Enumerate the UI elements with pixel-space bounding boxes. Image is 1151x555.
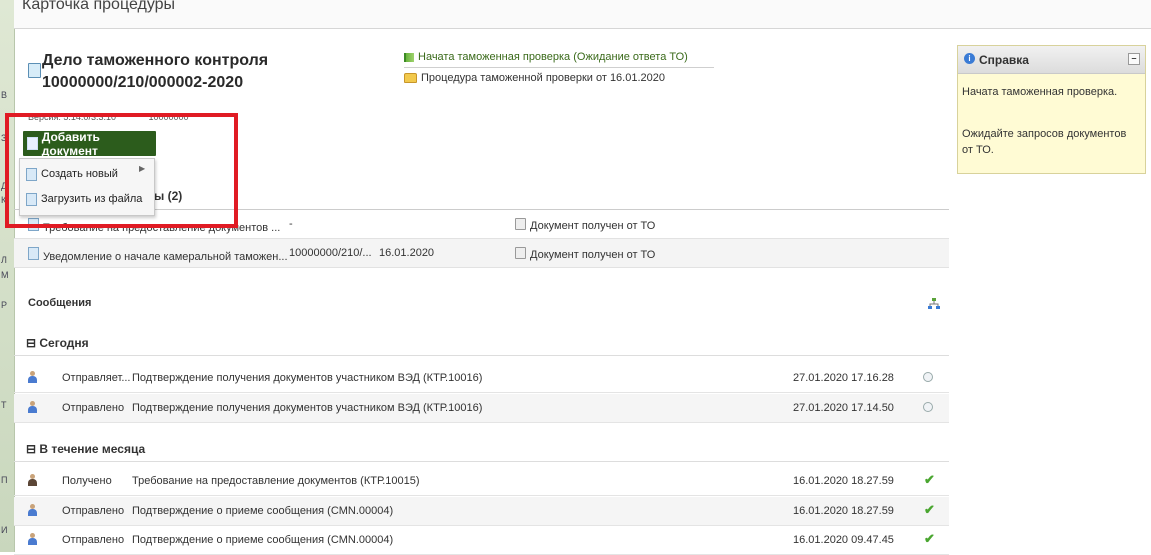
info-icon: i [964, 53, 975, 64]
group-label: ⊟ В течение месяца [26, 442, 146, 456]
person-icon [28, 504, 37, 516]
messages-group-today[interactable]: ⊟ Сегодня [14, 331, 949, 356]
left-strip-letter: Л [1, 255, 7, 265]
message-text: Подтверждение получения документов участ… [132, 372, 483, 384]
table-row[interactable]: Отправлено Подтверждение о приеме сообще… [14, 526, 949, 555]
help-title: Справка [979, 53, 1029, 67]
hierarchy-icon[interactable] [927, 297, 941, 311]
help-text-instruction: Ожидайте запросов документов от ТО. [962, 128, 1127, 156]
table-row[interactable]: Отправлено Подтверждение о приеме сообще… [14, 497, 949, 526]
document-status: Документ получен от ТО [515, 218, 655, 232]
left-nav-strip: В З Д К Л М Р Т П И [0, 0, 15, 552]
left-strip-letter: П [1, 475, 8, 485]
collapse-button[interactable]: – [1128, 53, 1140, 65]
table-row[interactable]: Отправляет... Подтверждение получения до… [14, 364, 949, 393]
message-text: Требование на предоставление документов … [132, 475, 420, 487]
message-direction: Отправлено [62, 402, 125, 414]
message-timestamp: 16.01.2020 18.27.59 [793, 475, 894, 487]
current-status[interactable]: Начата таможенная проверка (Ожидание отв… [404, 47, 714, 68]
messages-group-month[interactable]: ⊟ В течение месяца [14, 437, 949, 462]
message-text: Подтверждение получения документов участ… [132, 402, 483, 414]
document-status: Документ получен от ТО [515, 247, 655, 261]
clock-icon [923, 372, 933, 382]
person-icon [28, 401, 37, 413]
document-date: 16.01.2020 [379, 247, 435, 259]
message-direction: Отправлено [62, 534, 125, 546]
message-timestamp: 16.01.2020 18.27.59 [793, 505, 894, 517]
message-timestamp: 27.01.2020 17.14.50 [793, 402, 894, 414]
message-text: Подтверждение о приеме сообщения (CMN.00… [132, 505, 394, 517]
help-panel: i Справка – Начата таможенная проверка. … [957, 45, 1146, 174]
message-timestamp: 27.01.2020 17.16.28 [793, 372, 894, 384]
procedure-link[interactable]: Процедура таможенной проверки от 16.01.2… [404, 68, 714, 88]
left-strip-letter: М [1, 270, 9, 280]
procedure-link-text: Процедура таможенной проверки от 16.01.2… [421, 72, 665, 84]
attachment-icon [515, 247, 526, 259]
person-icon [28, 533, 37, 545]
person-icon [28, 371, 37, 383]
table-row[interactable]: Получено Требование на предоставление до… [14, 467, 949, 496]
case-file-icon [28, 63, 41, 78]
left-strip-letter: Т [1, 400, 7, 410]
clock-icon [923, 402, 933, 412]
left-strip-letter: В [1, 90, 8, 100]
help-text-status: Начата таможенная проверка. [962, 86, 1118, 98]
left-strip-letter: И [1, 525, 8, 535]
message-text: Подтверждение о приеме сообщения (CMN.00… [132, 534, 394, 546]
checkmark-icon: ✔ [924, 531, 935, 546]
message-timestamp: 16.01.2020 09.47.45 [793, 534, 894, 546]
document-number: 10000000/210/... [289, 247, 372, 259]
procedure-status: Начата таможенная проверка (Ожидание отв… [404, 47, 714, 88]
table-row[interactable]: Уведомление о начале камеральной таможен… [14, 239, 949, 268]
folder-icon [404, 73, 417, 83]
document-number: - [289, 218, 293, 230]
person-icon [28, 474, 37, 486]
table-row[interactable]: Отправлено Подтверждение получения докум… [14, 394, 949, 423]
highlight-box [5, 113, 238, 228]
left-strip-letter: Р [1, 300, 8, 310]
message-direction: Отправлено [62, 505, 125, 517]
window-title: Карточка процедуры [22, 0, 176, 13]
message-direction: Отправляет... [62, 372, 131, 384]
window-titlebar: Карточка процедуры [14, 0, 1151, 29]
message-direction: Получено [62, 475, 112, 487]
green-flag-icon [404, 52, 414, 62]
checkmark-icon: ✔ [924, 472, 935, 487]
document-name: Уведомление о начале камеральной таможен… [28, 247, 288, 263]
help-header: i Справка – [958, 46, 1145, 74]
current-status-text: Начата таможенная проверка (Ожидание отв… [418, 51, 688, 63]
document-icon [28, 247, 39, 260]
group-label: ⊟ Сегодня [26, 336, 89, 350]
case-title: Дело таможенного контроля 10000000/210/0… [42, 52, 269, 91]
messages-title: Сообщения [28, 297, 92, 309]
attachment-icon [515, 218, 526, 230]
checkmark-icon: ✔ [924, 502, 935, 517]
